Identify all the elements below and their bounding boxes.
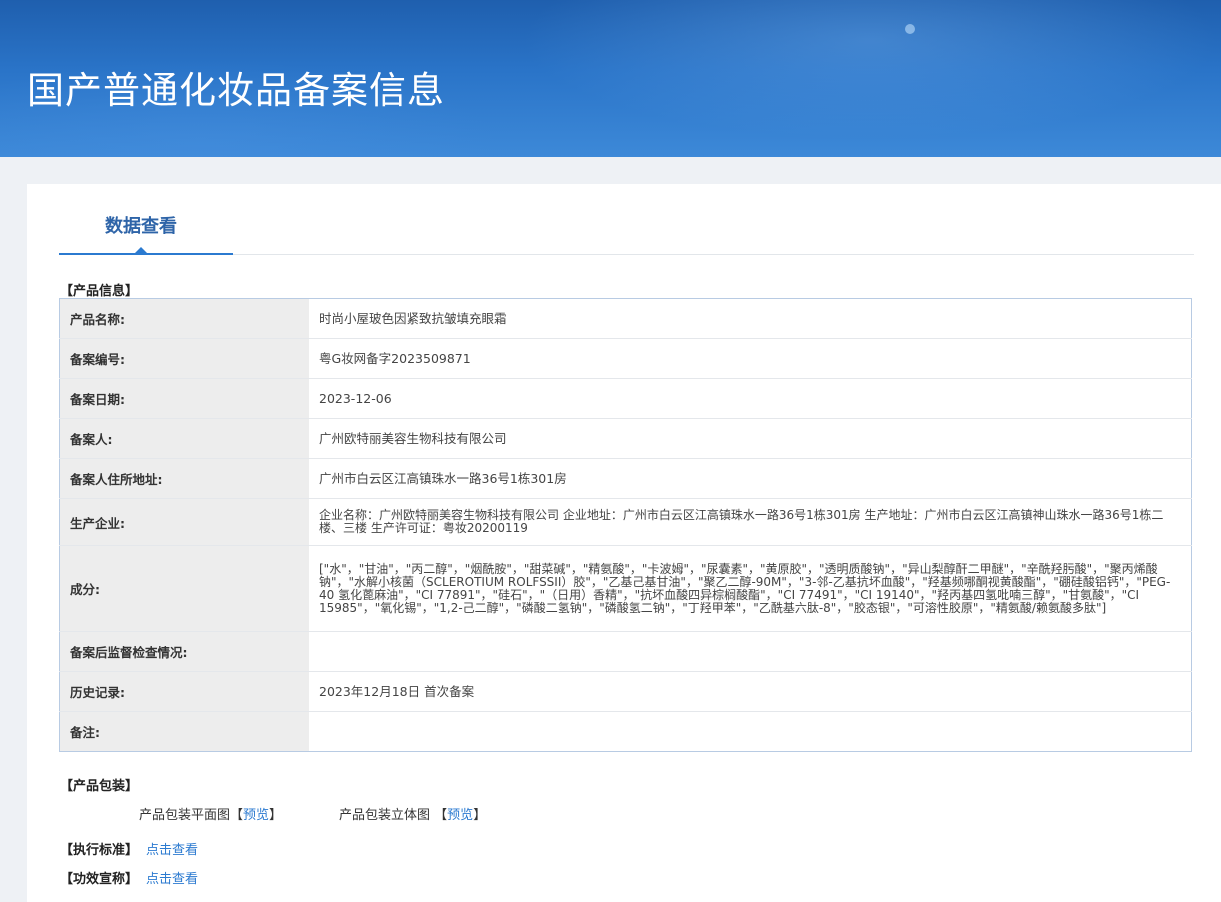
product-name-value: 时尚小屋玻色因紧致抗皱填充眼霜 <box>309 298 1192 339</box>
active-tab-underline <box>59 253 233 255</box>
table-row: 备案编号: 粤G妆网备字2023509871 <box>59 338 1192 379</box>
table-row: 备案人: 广州欧特丽美容生物科技有限公司 <box>59 418 1192 459</box>
bracket-close: 】 <box>473 808 487 823</box>
product-info-table: 产品名称: 时尚小屋玻色因紧致抗皱填充眼霜 备案编号: 粤G妆网备字202350… <box>59 298 1192 752</box>
remarks-value <box>309 711 1192 752</box>
table-row: 备案人住所地址: 广州市白云区江高镇珠水一路36号1栋301房 <box>59 458 1192 499</box>
table-row: 备案后监督检查情况: <box>59 631 1192 672</box>
row-label: 产品名称: <box>59 298 309 339</box>
table-row: 备案日期: 2023-12-06 <box>59 378 1192 419</box>
flat-preview-link[interactable]: 预览 <box>243 808 269 823</box>
table-row: 产品名称: 时尚小屋玻色因紧致抗皱填充眼霜 <box>59 298 1192 339</box>
row-label: 备案后监督检查情况: <box>59 631 309 672</box>
product-info-heading: 【产品信息】 <box>60 284 139 299</box>
row-label: 备案日期: <box>59 378 309 419</box>
table-row: 生产企业: 企业名称：广州欧特丽美容生物科技有限公司 企业地址：广州市白云区江高… <box>59 498 1192 546</box>
standard-label: 【执行标准】 <box>60 843 139 858</box>
filing-date-value: 2023-12-06 <box>309 378 1192 419</box>
banner-glow <box>520 0 1220 140</box>
stereo-preview-link[interactable]: 预览 <box>447 808 473 823</box>
tab-data-view[interactable]: 数据查看 <box>59 184 233 255</box>
row-label: 生产企业: <box>59 498 309 546</box>
bracket-close: 】 <box>269 808 283 823</box>
tab-bar: 数据查看 <box>59 184 1194 255</box>
row-label: 历史记录: <box>59 671 309 712</box>
table-row: 备注: <box>59 711 1192 752</box>
efficacy-label: 【功效宣称】 <box>60 872 139 887</box>
bracket-open: 【 <box>434 808 448 823</box>
row-label: 备案编号: <box>59 338 309 379</box>
row-label: 备注: <box>59 711 309 752</box>
packaging-heading: 【产品包装】 <box>60 779 139 794</box>
table-row: 成分: ["水"，"甘油"，"丙二醇"，"烟酰胺"，"甜菜碱"，"精氨酸"，"卡… <box>59 545 1192 632</box>
page-title: 国产普通化妆品备案信息 <box>27 69 445 112</box>
filing-number-value: 粤G妆网备字2023509871 <box>309 338 1192 379</box>
table-row: 历史记录: 2023年12月18日 首次备案 <box>59 671 1192 712</box>
inspection-value <box>309 631 1192 672</box>
page-banner: 国产普通化妆品备案信息 <box>0 0 1221 157</box>
banner-decoration-dot <box>905 24 915 34</box>
content-card: 数据查看 【产品信息】 产品名称: 时尚小屋玻色因紧致抗皱填充眼霜 备案编号: … <box>27 184 1221 902</box>
flat-packaging-label: 产品包装平面图 <box>139 808 231 823</box>
standard-row: 【执行标准】 点击查看 <box>60 839 198 858</box>
manufacturer-value: 企业名称：广州欧特丽美容生物科技有限公司 企业地址：广州市白云区江高镇珠水一路3… <box>309 498 1192 546</box>
tab-label: 数据查看 <box>105 216 177 237</box>
flat-packaging-item: 产品包装平面图【预览】 <box>139 804 282 823</box>
efficacy-row: 【功效宣称】 点击查看 <box>60 868 198 887</box>
filer-value: 广州欧特丽美容生物科技有限公司 <box>309 418 1192 459</box>
row-label: 备案人: <box>59 418 309 459</box>
stereo-packaging-item: 产品包装立体图 【预览】 <box>339 804 486 823</box>
row-label: 成分: <box>59 545 309 632</box>
history-value: 2023年12月18日 首次备案 <box>309 671 1192 712</box>
bracket-open: 【 <box>230 808 244 823</box>
ingredients-value: ["水"，"甘油"，"丙二醇"，"烟酰胺"，"甜菜碱"，"精氨酸"，"卡波姆"，… <box>309 545 1192 632</box>
standard-view-link[interactable]: 点击查看 <box>146 843 198 858</box>
filer-address-value: 广州市白云区江高镇珠水一路36号1栋301房 <box>309 458 1192 499</box>
stereo-packaging-label: 产品包装立体图 <box>339 808 431 823</box>
row-label: 备案人住所地址: <box>59 458 309 499</box>
efficacy-view-link[interactable]: 点击查看 <box>146 872 198 887</box>
